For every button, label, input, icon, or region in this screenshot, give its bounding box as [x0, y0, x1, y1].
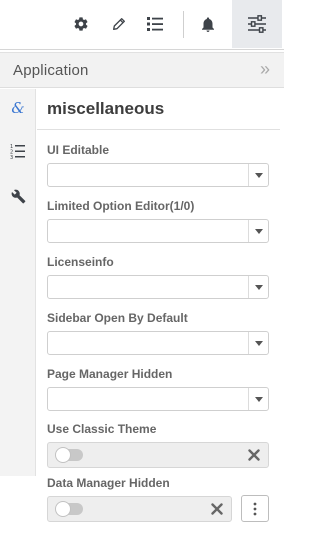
ampersand-icon: & — [11, 99, 25, 117]
more-options-button[interactable] — [241, 495, 269, 522]
use-classic-theme-field — [47, 442, 269, 468]
data-manager-hidden-field — [47, 496, 232, 522]
tab-tools[interactable] — [0, 181, 36, 211]
clear-value-button[interactable] — [247, 448, 261, 462]
caret-down-icon — [254, 228, 263, 234]
top-toolbar — [0, 0, 284, 50]
tab-miscellaneous[interactable]: & — [0, 93, 36, 123]
properties-panel-button[interactable] — [232, 0, 282, 48]
page-manager-hidden-select[interactable] — [47, 387, 269, 411]
caret-down-icon — [254, 340, 263, 346]
field-label-data-manager-hidden: Data Manager Hidden — [47, 476, 170, 490]
use-classic-theme-toggle[interactable] — [55, 447, 83, 463]
field-label-page-manager-hidden: Page Manager Hidden — [47, 367, 173, 381]
caret-down-icon — [254, 396, 263, 402]
list-icon — [147, 17, 163, 31]
sliders-icon — [248, 15, 266, 33]
property-tabs: & 1 2 3 — [0, 89, 36, 476]
clear-value-button[interactable] — [210, 502, 224, 516]
list-view-button[interactable] — [142, 0, 168, 48]
collapse-panel-button[interactable]: » — [260, 59, 270, 80]
caret-down-icon — [254, 172, 263, 178]
settings-button[interactable] — [68, 0, 94, 48]
pencil-icon — [113, 18, 125, 30]
field-label-use-classic-theme: Use Classic Theme — [47, 422, 157, 436]
edit-button[interactable] — [106, 0, 132, 48]
field-label-limited-option-editor: Limited Option Editor(1/0) — [47, 199, 195, 213]
licenseinfo-select[interactable] — [47, 275, 269, 299]
gear-icon — [74, 17, 88, 31]
numbered-list-icon: 1 2 3 — [10, 144, 25, 159]
close-icon — [248, 449, 260, 461]
toolbar-divider — [183, 11, 184, 38]
caret-down-icon — [254, 284, 263, 290]
properties-content: miscellaneous UI Editable Limited Option… — [37, 89, 280, 529]
ui-editable-select[interactable] — [47, 163, 269, 187]
limited-option-editor-select[interactable] — [47, 219, 269, 243]
tab-list-settings[interactable]: 1 2 3 — [0, 136, 36, 166]
notifications-button[interactable] — [194, 0, 222, 48]
wrench-icon — [11, 189, 25, 203]
section-title: miscellaneous — [47, 99, 165, 118]
field-label-ui-editable: UI Editable — [47, 143, 110, 157]
kebab-menu-icon — [253, 502, 257, 515]
svg-text:3: 3 — [10, 155, 13, 159]
bell-icon — [202, 16, 214, 32]
field-label-licenseinfo: Licenseinfo — [47, 255, 114, 269]
section-divider — [37, 129, 280, 130]
panel-header: Application » — [0, 52, 284, 88]
field-label-sidebar-open: Sidebar Open By Default — [47, 311, 188, 325]
close-icon — [211, 503, 223, 515]
sidebar-open-select[interactable] — [47, 331, 269, 355]
data-manager-hidden-toggle[interactable] — [55, 501, 83, 517]
panel-title: Application — [13, 62, 89, 79]
